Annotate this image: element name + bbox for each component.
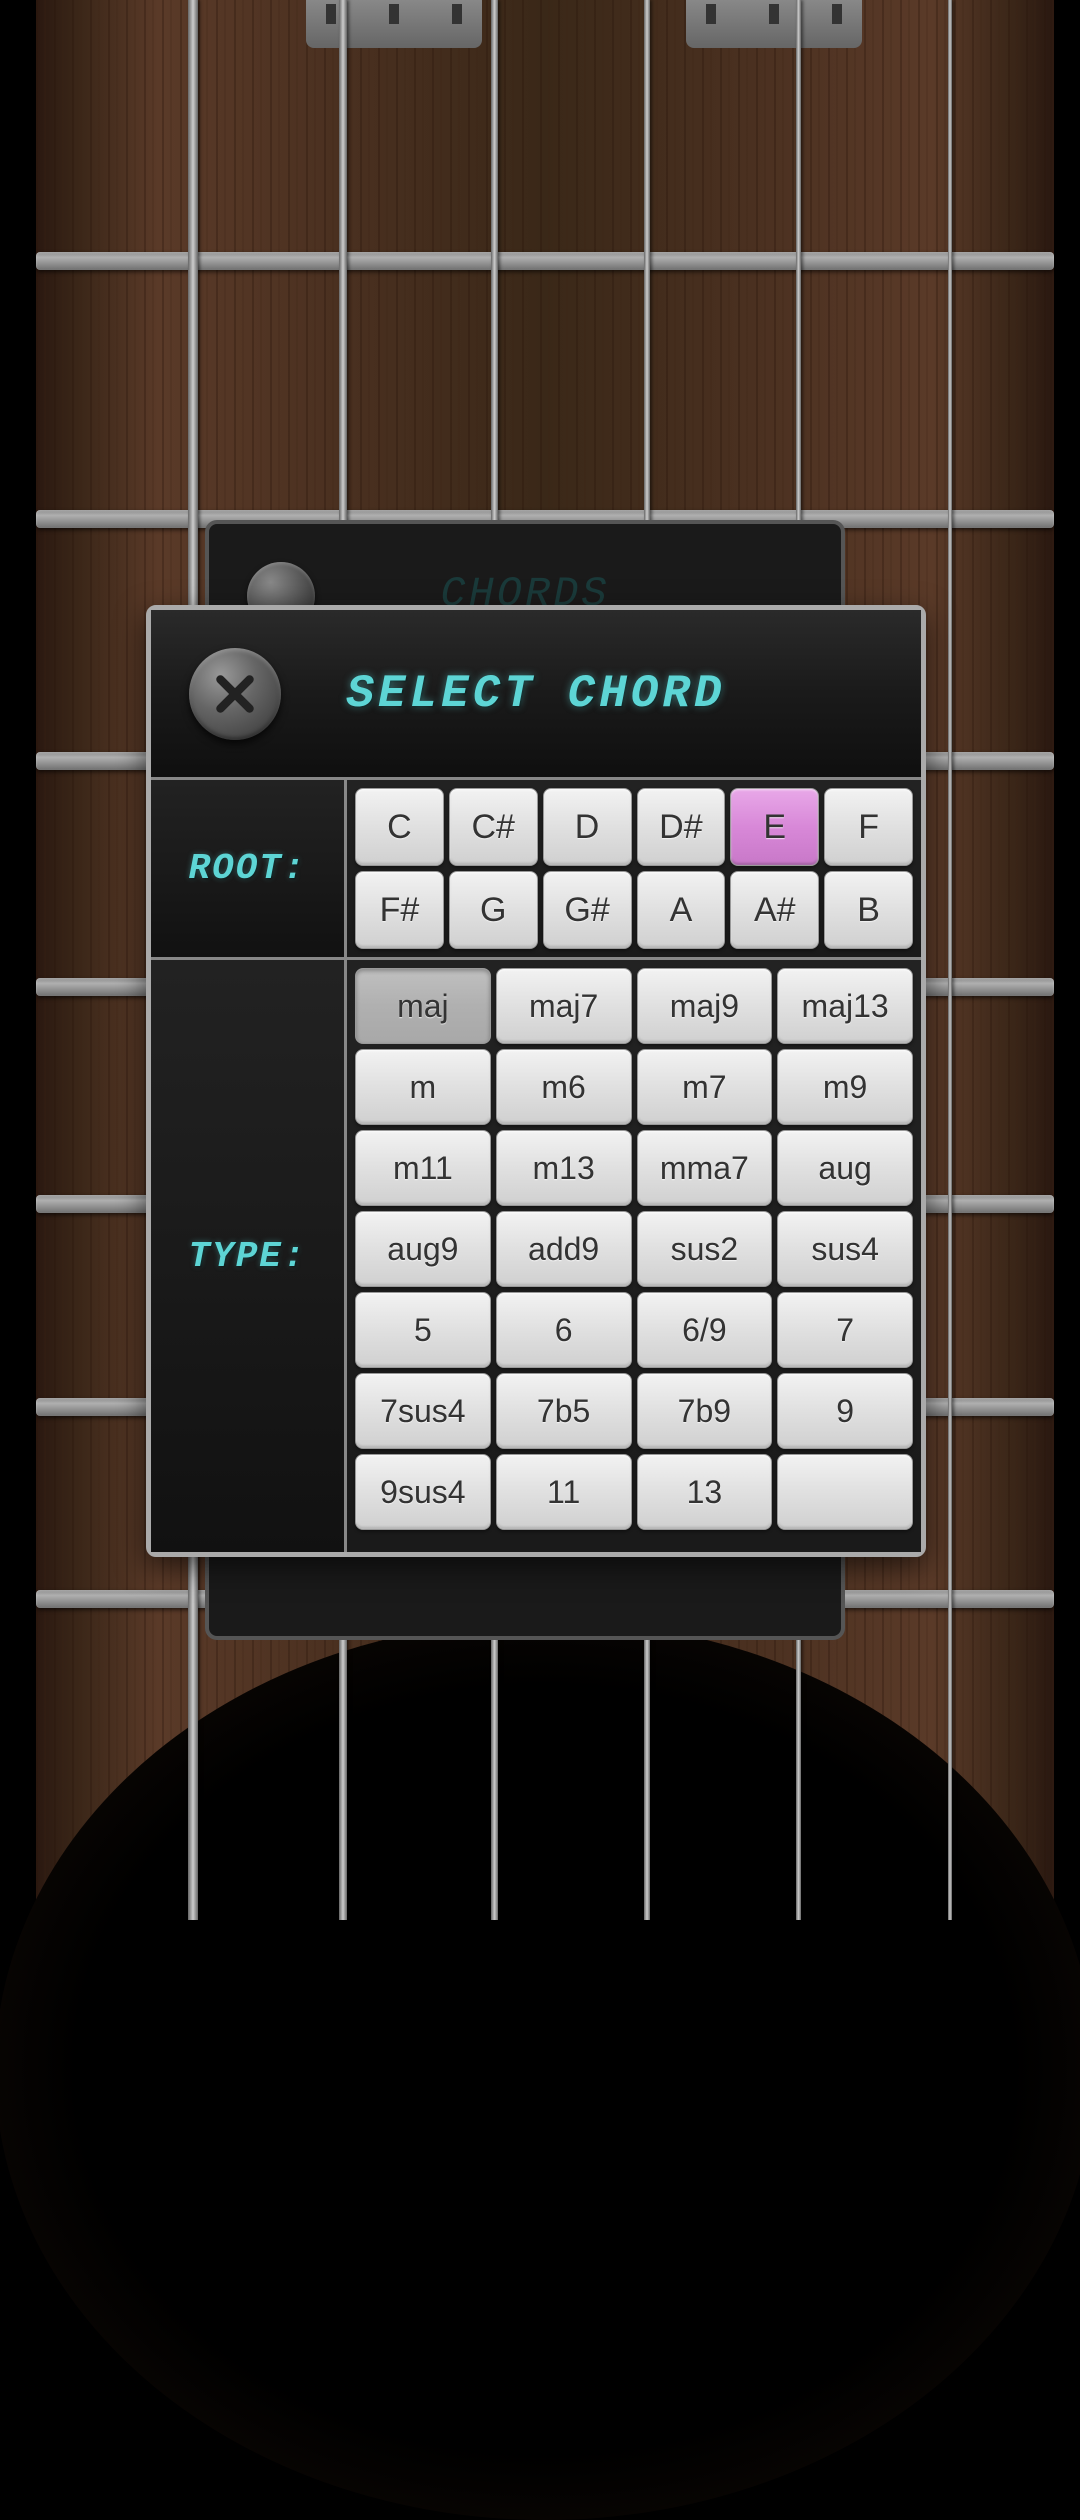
type-key-aug[interactable]: aug: [777, 1130, 913, 1206]
root-key-c[interactable]: C: [355, 788, 444, 866]
root-key-b[interactable]: B: [824, 871, 913, 949]
type-key-aug9[interactable]: aug9: [355, 1211, 491, 1287]
root-key-dsharp[interactable]: D#: [637, 788, 726, 866]
type-key-11[interactable]: 11: [496, 1454, 632, 1530]
root-key-g[interactable]: G: [449, 871, 538, 949]
select-chord-dialog: SELECT CHORD ROOT: CC#DD#EF F#GG#AA#B TYP…: [146, 605, 926, 1557]
type-grid: majmaj7maj9maj13 mm6m7m9 m11m13mma7aug aug9…: [347, 960, 921, 1552]
root-key-e[interactable]: E: [730, 788, 819, 866]
type-section: TYPE: majmaj7maj9maj13mm6m7m9m11m13mma7a…: [151, 960, 921, 1552]
root-key-a[interactable]: A: [637, 871, 726, 949]
type-key-m6[interactable]: m6: [496, 1049, 632, 1125]
type-key-13[interactable]: 13: [637, 1454, 773, 1530]
type-key-m9[interactable]: m9: [777, 1049, 913, 1125]
root-key-gsharp[interactable]: G#: [543, 871, 632, 949]
dialog-header: SELECT CHORD: [151, 610, 921, 780]
root-label: ROOT:: [151, 780, 347, 957]
type-key-m7[interactable]: m7: [637, 1049, 773, 1125]
root-key-f[interactable]: F: [824, 788, 913, 866]
type-key-empty: [777, 1454, 913, 1530]
type-key-add9[interactable]: add9: [496, 1211, 632, 1287]
dialog-body: ROOT: CC#DD#EFF#GG#AA#B TYPE: majmaj7maj…: [151, 780, 921, 1552]
type-key-maj[interactable]: maj: [355, 968, 491, 1044]
type-key-mma7[interactable]: mma7: [637, 1130, 773, 1206]
root-grid: CC#DD#EF F#GG#AA#B: [347, 780, 921, 957]
type-key-sus2[interactable]: sus2: [637, 1211, 773, 1287]
guitar-string[interactable]: [948, 0, 952, 1920]
type-key-9[interactable]: 9: [777, 1373, 913, 1449]
type-key-7sus4[interactable]: 7sus4: [355, 1373, 491, 1449]
type-key-6-9[interactable]: 6/9: [637, 1292, 773, 1368]
guitar-soundhole: [0, 1620, 1080, 2520]
type-key-9sus4[interactable]: 9sus4: [355, 1454, 491, 1530]
type-key-7b9[interactable]: 7b9: [637, 1373, 773, 1449]
root-key-fsharp[interactable]: F#: [355, 871, 444, 949]
close-icon: [210, 669, 260, 719]
guitar-nut: [306, 0, 482, 48]
type-key-m11[interactable]: m11: [355, 1130, 491, 1206]
root-key-asharp[interactable]: A#: [730, 871, 819, 949]
root-key-d[interactable]: D: [543, 788, 632, 866]
type-key-sus4[interactable]: sus4: [777, 1211, 913, 1287]
root-key-csharp[interactable]: C#: [449, 788, 538, 866]
type-key-7[interactable]: 7: [777, 1292, 913, 1368]
close-button[interactable]: [189, 648, 281, 740]
type-key-7b5[interactable]: 7b5: [496, 1373, 632, 1449]
type-key-maj13[interactable]: maj13: [777, 968, 913, 1044]
type-key-5[interactable]: 5: [355, 1292, 491, 1368]
type-key-maj7[interactable]: maj7: [496, 968, 632, 1044]
type-key-m13[interactable]: m13: [496, 1130, 632, 1206]
type-key-6[interactable]: 6: [496, 1292, 632, 1368]
type-key-maj9[interactable]: maj9: [637, 968, 773, 1044]
guitar-nut: [686, 0, 862, 48]
type-label: TYPE:: [151, 960, 347, 1552]
app-screen: CHORDS SELECT CHORD ROOT: CC#DD#EFF#GG#A…: [0, 0, 1080, 1920]
dialog-title: SELECT CHORD: [346, 668, 725, 720]
root-section: ROOT: CC#DD#EF F#GG#AA#B: [151, 780, 921, 960]
type-key-m[interactable]: m: [355, 1049, 491, 1125]
